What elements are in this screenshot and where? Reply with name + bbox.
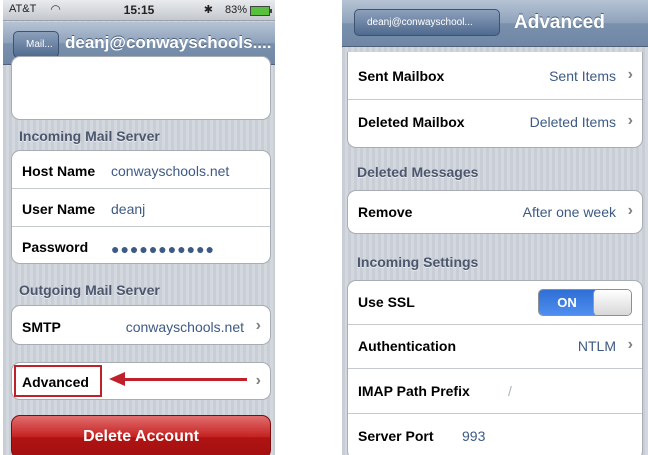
back-button[interactable]: Mail... xyxy=(13,31,59,58)
authentication-label: Authentication xyxy=(358,338,456,354)
sent-mailbox-label: Sent Mailbox xyxy=(358,68,445,84)
user-name-value[interactable]: deanj xyxy=(111,201,145,217)
highlight-box xyxy=(14,365,102,397)
mailbox-group: Sent Mailbox Sent Items › Deleted Mailbo… xyxy=(347,52,643,148)
smtp-row[interactable]: SMTP conwayschools.net › xyxy=(12,306,270,344)
imap-path-label: IMAP Path Prefix xyxy=(358,383,470,399)
incoming-settings-group: Use SSL ON Authentication NTLM › IMAP Pa… xyxy=(347,280,643,455)
smtp-label: SMTP xyxy=(22,319,61,335)
battery-percent: 83% xyxy=(224,4,247,16)
page-title: Advanced xyxy=(514,12,605,33)
remove-label: Remove xyxy=(358,204,413,220)
toggle-on-label: ON xyxy=(539,290,595,315)
password-label: Password xyxy=(22,239,89,255)
imap-path-field[interactable]: / xyxy=(508,383,512,399)
chevron-right-icon: › xyxy=(255,372,261,389)
chevron-right-icon: › xyxy=(255,317,261,334)
incoming-settings-header: Incoming Settings xyxy=(357,254,479,270)
chevron-right-icon: › xyxy=(627,112,633,129)
host-name-value[interactable]: conwayschools.net xyxy=(111,163,229,179)
annotation-arrow-shaft xyxy=(123,378,247,381)
account-info-group xyxy=(11,56,271,120)
annotation-arrow-icon xyxy=(109,372,125,386)
remove-group: Remove After one week › xyxy=(347,190,643,234)
status-bar: AT&T ◠ 15:15 ✱ 83% xyxy=(3,0,275,21)
chevron-right-icon: › xyxy=(627,336,633,353)
host-name-row[interactable]: Host Name conwayschools.net xyxy=(12,151,270,189)
user-name-label: User Name xyxy=(22,201,96,217)
delete-account-button[interactable]: Delete Account xyxy=(11,415,271,455)
bluetooth-icon: ✱ xyxy=(203,4,213,16)
user-name-row[interactable]: User Name deanj xyxy=(12,189,270,227)
server-port-label: Server Port xyxy=(358,428,434,444)
deleted-mailbox-value: Deleted Items xyxy=(529,114,616,130)
chevron-right-icon: › xyxy=(627,202,633,219)
chevron-right-icon: › xyxy=(627,66,633,83)
deleted-mailbox-row[interactable]: Deleted Mailbox Deleted Items › xyxy=(348,100,642,147)
smtp-group: SMTP conwayschools.net › xyxy=(11,305,271,345)
battery-icon xyxy=(250,6,272,16)
use-ssl-label: Use SSL xyxy=(358,294,415,310)
toggle-knob[interactable] xyxy=(593,290,631,315)
authentication-row[interactable]: Authentication NTLM › xyxy=(348,325,642,369)
navigation-bar: deanj@conwayschool... Advanced xyxy=(342,0,648,47)
server-port-field[interactable]: 993 xyxy=(462,428,485,444)
authentication-value: NTLM xyxy=(577,338,616,354)
host-name-label: Host Name xyxy=(22,163,96,179)
deleted-messages-header: Deleted Messages xyxy=(357,164,479,180)
smtp-value: conwayschools.net xyxy=(125,319,244,335)
password-row[interactable]: Password ●●●●●●●●●●● xyxy=(12,227,270,263)
advanced-settings-screen: deanj@conwayschool... Advanced Sent Mail… xyxy=(342,0,648,455)
incoming-server-header: Incoming Mail Server xyxy=(19,128,160,144)
account-settings-screen: AT&T ◠ 15:15 ✱ 83% Mail... deanj@conways… xyxy=(3,0,275,455)
sent-mailbox-row[interactable]: Sent Mailbox Sent Items › xyxy=(348,52,642,100)
remove-row[interactable]: Remove After one week › xyxy=(348,191,642,233)
outgoing-server-header: Outgoing Mail Server xyxy=(19,282,160,298)
deleted-mailbox-label: Deleted Mailbox xyxy=(358,114,465,130)
remove-value: After one week xyxy=(522,204,616,220)
ssl-toggle[interactable]: ON xyxy=(538,289,632,316)
incoming-server-group: Host Name conwayschools.net User Name de… xyxy=(11,150,271,264)
back-button[interactable]: deanj@conwayschool... xyxy=(354,9,500,36)
sent-mailbox-value: Sent Items xyxy=(549,68,616,84)
server-port-row: Server Port 993 xyxy=(348,414,642,455)
password-field[interactable]: ●●●●●●●●●●● xyxy=(111,241,215,257)
imap-path-row: IMAP Path Prefix / xyxy=(348,369,642,414)
page-title: deanj@conwayschools.... xyxy=(65,33,272,52)
use-ssl-row: Use SSL ON xyxy=(348,281,642,325)
